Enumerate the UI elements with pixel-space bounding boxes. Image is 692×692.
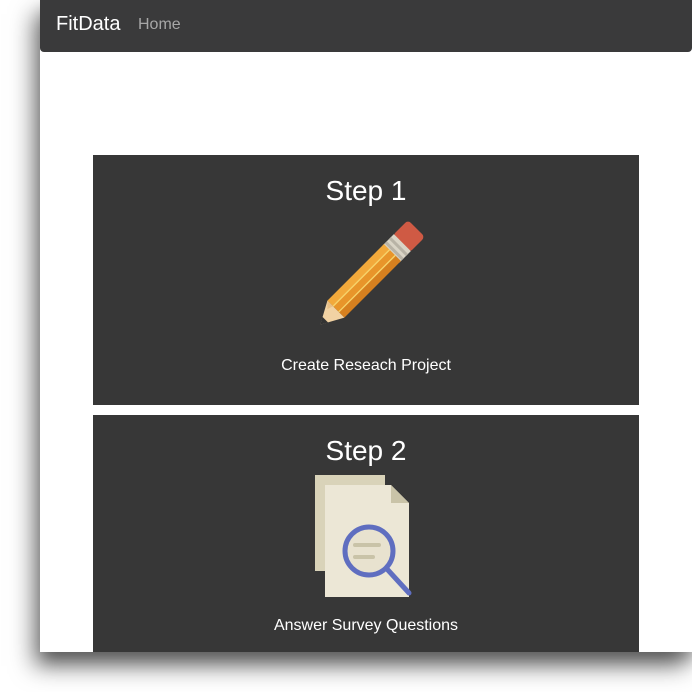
- navbar: FitData Home: [40, 0, 692, 52]
- nav-link-home[interactable]: Home: [138, 16, 181, 34]
- pencil-icon: [320, 221, 424, 325]
- step-2-title: Step 2: [325, 435, 407, 466]
- step-2-caption: Answer Survey Questions: [273, 617, 459, 634]
- page: FitData Home Step 1 Create Reseach Proje…: [0, 0, 692, 692]
- step-1-title: Step 1: [325, 175, 407, 206]
- browser-window: FitData Home Step 1 Create Reseach Proje…: [40, 0, 692, 652]
- step-2-card[interactable]: Step 2 Answer Survey Questions: [93, 415, 639, 652]
- document-search-icon: [315, 475, 412, 597]
- step-1-card[interactable]: Step 1 Create Reseach Project: [93, 155, 639, 405]
- brand-link[interactable]: FitData: [56, 13, 120, 36]
- step-1-caption: Create Reseach Project: [281, 357, 451, 374]
